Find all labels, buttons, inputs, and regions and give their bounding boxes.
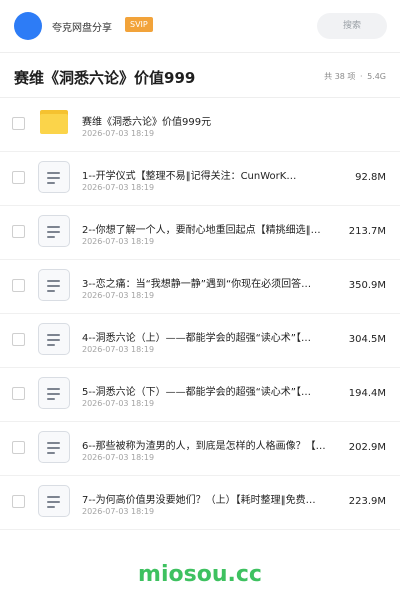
list-item[interactable]: 1--开学仪式【整理不易‖记得关注：CunWorK… 2026-07-03 18… xyxy=(0,152,400,206)
item-date: 2026-07-03 18:19 xyxy=(82,507,155,516)
title-bar: 赛维《洞悉六论》价值999 共 38 项 · 5.4G xyxy=(0,53,400,97)
meta-separator: · xyxy=(359,72,363,81)
header: 夸克网盘分享 SVIP 搜索 xyxy=(0,0,400,52)
document-icon xyxy=(38,215,70,247)
item-size: 213.7M xyxy=(348,226,386,237)
document-icon xyxy=(38,269,70,301)
watermark: miosou.cc xyxy=(138,562,262,587)
item-name: 1--开学仪式【整理不易‖记得关注：CunWorK… xyxy=(82,171,297,182)
svip-badge: SVIP xyxy=(125,17,153,32)
folder-meta: 共 38 项 · 5.4G xyxy=(322,71,386,82)
item-name: 5--洞悉六论（下）——都能学会的超强“读心术”【… xyxy=(82,387,311,398)
item-date: 2026-07-03 18:19 xyxy=(82,183,155,192)
share-name: 夸克网盘分享 xyxy=(52,23,112,34)
item-size: 350.9M xyxy=(348,280,386,291)
document-icon xyxy=(38,431,70,463)
list-item[interactable]: 3--恋之痛：当“我想静一静”遇到“你现在必须回答… 2026-07-03 18… xyxy=(0,260,400,314)
list-item[interactable]: 5--洞悉六论（下）——都能学会的超强“读心术”【… 2026-07-03 18… xyxy=(0,368,400,422)
item-name: 7--为何高价值男没要她们？（上）【耗时整理‖免费… xyxy=(82,495,316,506)
item-date: 2026-07-03 18:19 xyxy=(82,453,155,462)
item-size: 92.8M xyxy=(355,172,386,183)
item-date: 2026-07-03 18:19 xyxy=(82,345,155,354)
avatar[interactable] xyxy=(14,12,42,40)
document-icon xyxy=(38,377,70,409)
file-list: 赛维《洞悉六论》价值999元 2026-07-03 18:19 1--开学仪式【… xyxy=(0,98,400,530)
list-item[interactable]: 7--为何高价值男没要她们？（上）【耗时整理‖免费… 2026-07-03 18… xyxy=(0,476,400,530)
total-size: 5.4G xyxy=(367,72,386,81)
checkbox[interactable] xyxy=(12,225,25,238)
item-size: 304.5M xyxy=(348,334,386,345)
document-icon xyxy=(38,323,70,355)
item-name: 赛维《洞悉六论》价值999元 xyxy=(82,117,212,128)
item-date: 2026-07-03 18:19 xyxy=(82,291,155,300)
checkbox[interactable] xyxy=(12,387,25,400)
checkbox[interactable] xyxy=(12,117,25,130)
checkbox[interactable] xyxy=(12,171,25,184)
item-size: 202.9M xyxy=(348,442,386,453)
document-icon xyxy=(38,161,70,193)
checkbox[interactable] xyxy=(12,495,25,508)
item-date: 2026-07-03 18:19 xyxy=(82,399,155,408)
item-date: 2026-07-03 18:19 xyxy=(82,237,155,246)
search-input[interactable]: 搜索 xyxy=(317,13,387,39)
list-item[interactable]: 4--洞悉六论（上）——都能学会的超强“读心术”【… 2026-07-03 18… xyxy=(0,314,400,368)
item-size: 223.9M xyxy=(348,496,386,507)
page-title: 赛维《洞悉六论》价值999 xyxy=(14,69,196,87)
list-item[interactable]: 6--那些被称为渣男的人，到底是怎样的人格画像？【… 2026-07-03 18… xyxy=(0,422,400,476)
item-count: 共 38 项 xyxy=(324,72,356,81)
checkbox[interactable] xyxy=(12,333,25,346)
folder-icon xyxy=(40,110,68,134)
list-item[interactable]: 2--你想了解一个人，要耐心地重回起点【精挑细选‖… 2026-07-03 18… xyxy=(0,206,400,260)
item-name: 4--洞悉六论（上）——都能学会的超强“读心术”【… xyxy=(82,333,311,344)
item-name: 6--那些被称为渣男的人，到底是怎样的人格画像？【… xyxy=(82,441,326,452)
item-name: 3--恋之痛：当“我想静一静”遇到“你现在必须回答… xyxy=(82,279,312,290)
document-icon xyxy=(38,485,70,517)
checkbox[interactable] xyxy=(12,441,25,454)
item-size: 194.4M xyxy=(348,388,386,399)
item-date: 2026-07-03 18:19 xyxy=(82,129,155,138)
checkbox[interactable] xyxy=(12,279,25,292)
list-item[interactable]: 赛维《洞悉六论》价值999元 2026-07-03 18:19 xyxy=(0,98,400,152)
item-name: 2--你想了解一个人，要耐心地重回起点【精挑细选‖… xyxy=(82,225,321,236)
